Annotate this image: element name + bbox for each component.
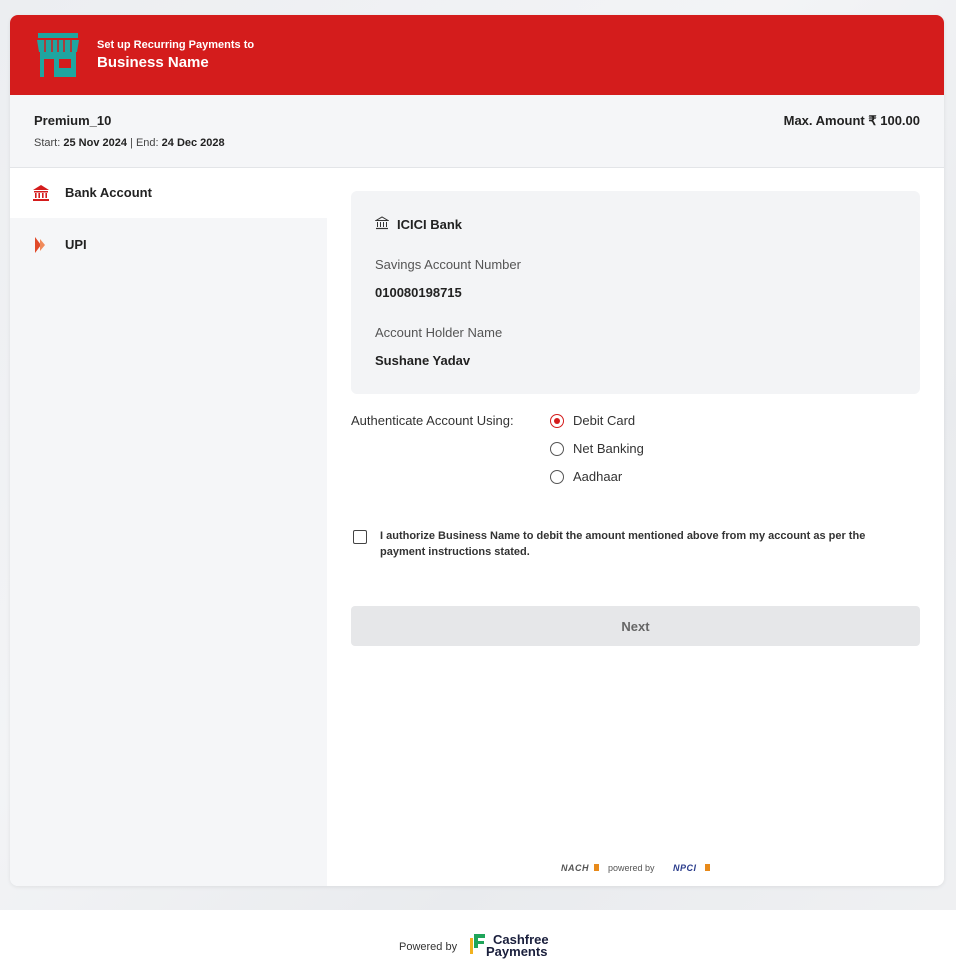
- radio-button[interactable]: [550, 470, 564, 484]
- nach-npci-badge: NACH powered by NPCI: [327, 862, 944, 876]
- account-number-label: Savings Account Number: [375, 257, 521, 272]
- npci-logo: NPCI: [673, 863, 697, 873]
- plan-summary: Premium_10 Start: 25 Nov 2024 | End: 24 …: [10, 95, 944, 168]
- auth-method-label: Authenticate Account Using:: [351, 413, 514, 428]
- plan-dates: Start: 25 Nov 2024 | End: 24 Dec 2028: [34, 137, 225, 149]
- holder-name: Sushane Yadav: [375, 353, 471, 368]
- radio-label: Debit Card: [573, 413, 636, 428]
- bank-icon: [375, 216, 389, 230]
- cashfree-logo-icon: [470, 934, 485, 954]
- account-number: 010080198715: [375, 285, 462, 300]
- radio-button[interactable]: [550, 414, 564, 428]
- sidebar-item-bank-account[interactable]: Bank Account: [10, 168, 327, 218]
- radio-label: Net Banking: [573, 441, 644, 456]
- start-label: Start:: [34, 137, 61, 149]
- bank-name: ICICI Bank: [397, 217, 463, 232]
- payment-method-sidebar: Bank Account UPI: [10, 168, 327, 886]
- sidebar-item-label: UPI: [65, 237, 87, 252]
- header-subtitle: Set up Recurring Payments to: [97, 39, 255, 51]
- bank-info-box: ICICI Bank Savings Account Number 010080…: [351, 191, 920, 394]
- nach-mark-icon: [594, 864, 599, 871]
- consent-text: I authorize Business Name to debit the a…: [380, 530, 866, 558]
- footer: Powered by Cashfree Payments: [0, 910, 956, 978]
- footer-powered-by: Powered by: [399, 941, 458, 953]
- mandate-card: Set up Recurring Payments to Business Na…: [10, 15, 944, 886]
- business-name: Business Name: [97, 54, 209, 71]
- upi-icon: [35, 237, 45, 253]
- start-date: 25 Nov 2024: [63, 137, 127, 149]
- plan-name: Premium_10: [34, 113, 112, 128]
- bank-icon: [33, 185, 49, 201]
- end-label: End:: [135, 137, 159, 149]
- date-separator: |: [130, 137, 133, 149]
- max-amount: Max. Amount ₹ 100.00: [783, 113, 920, 128]
- nach-logo: NACH: [561, 863, 589, 873]
- nach-powered-by: powered by: [608, 863, 655, 873]
- sidebar-item-upi[interactable]: UPI: [10, 220, 327, 270]
- cashfree-brand-line2: Payments: [486, 944, 548, 959]
- next-button[interactable]: Next: [351, 606, 920, 646]
- npci-mark-icon: [705, 864, 710, 871]
- consent-checkbox[interactable]: [353, 530, 367, 544]
- radio-label: Aadhaar: [573, 469, 623, 484]
- holder-name-label: Account Holder Name: [375, 325, 503, 340]
- end-date: 24 Dec 2028: [161, 137, 225, 149]
- header-bar: Set up Recurring Payments to Business Na…: [10, 15, 944, 95]
- bank-details-panel: ICICI Bank Savings Account Number 010080…: [327, 168, 944, 886]
- store-icon: [37, 33, 79, 77]
- sidebar-item-label: Bank Account: [65, 185, 152, 200]
- radio-button[interactable]: [550, 442, 564, 456]
